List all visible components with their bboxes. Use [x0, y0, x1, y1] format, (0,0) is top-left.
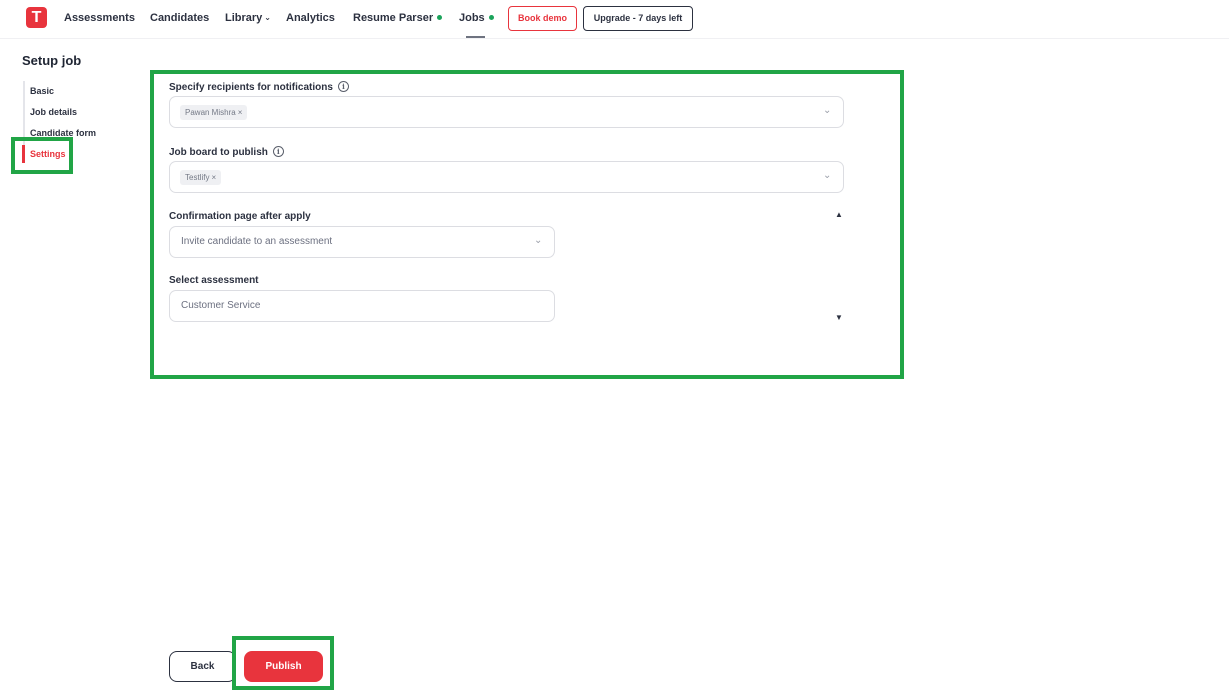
publish-button[interactable]: Publish [244, 651, 323, 682]
chevron-down-icon[interactable]: ⌄ [823, 170, 831, 181]
nav-jobs-label: Jobs [459, 12, 485, 24]
nav-resume-parser-label: Resume Parser [353, 12, 434, 24]
nav-library-label: Library [225, 12, 263, 24]
testlify-logo[interactable]: T [26, 7, 47, 28]
chevron-down-icon[interactable]: ⌄ [823, 105, 831, 116]
job-board-label-text: Job board to publish [169, 147, 268, 159]
sidebar-active-indicator [22, 145, 25, 163]
info-icon[interactable]: i [272, 146, 284, 157]
top-nav-bar: T Assessments Candidates Library ⌄ Analyt… [0, 0, 1229, 39]
confirmation-value: Invite candidate to an assessment [181, 236, 333, 247]
nav-resume-parser[interactable]: Resume Parser [353, 12, 443, 24]
confirmation-select[interactable]: Invite candidate to an assessment ⌄ [169, 226, 555, 258]
book-demo-button[interactable]: Book demo [508, 6, 577, 31]
back-button[interactable]: Back [169, 651, 236, 682]
scroll-up-arrow-icon[interactable]: ▲ [835, 210, 843, 219]
recipients-label-text: Specify recipients for notifications [169, 82, 333, 94]
assessment-select[interactable]: Customer Service [169, 290, 555, 322]
nav-library[interactable]: Library ⌄ [225, 12, 271, 24]
sidebar-item-settings[interactable]: Settings [30, 149, 66, 159]
chevron-down-icon: ⌄ [264, 13, 271, 22]
assessment-value: Customer Service [181, 300, 261, 311]
sidebar-item-job-details[interactable]: Job details [30, 107, 77, 117]
nav-candidates[interactable]: Candidates [150, 12, 209, 24]
remove-chip-icon[interactable]: × [211, 173, 216, 182]
job-board-select[interactable]: Testlify × ⌄ [169, 161, 844, 193]
remove-chip-icon[interactable]: × [238, 108, 243, 117]
job-board-chip-label: Testlify [185, 173, 210, 182]
nav-analytics[interactable]: Analytics [286, 12, 335, 24]
upgrade-button[interactable]: Upgrade - 7 days left [583, 6, 693, 31]
recipient-chip: Pawan Mishra × [180, 105, 248, 120]
confirmation-label: Confirmation page after apply [169, 211, 311, 222]
info-icon[interactable]: i [337, 81, 349, 92]
scroll-down-arrow-icon[interactable]: ▼ [835, 313, 843, 322]
nav-jobs[interactable]: Jobs [459, 12, 494, 24]
active-tab-indicator [466, 36, 485, 38]
status-dot-icon [437, 14, 443, 20]
recipient-chip-label: Pawan Mishra [185, 108, 236, 117]
nav-assessments[interactable]: Assessments [64, 12, 135, 24]
chevron-down-icon[interactable]: ⌄ [534, 235, 542, 246]
status-dot-icon [488, 14, 494, 20]
sidebar-item-basic[interactable]: Basic [30, 86, 54, 96]
job-board-label: Job board to publish i [169, 146, 284, 159]
recipients-label: Specify recipients for notifications i [169, 81, 349, 94]
assessment-label: Select assessment [169, 275, 259, 286]
recipients-select[interactable]: Pawan Mishra × ⌄ [169, 96, 844, 128]
sidebar-item-candidate-form[interactable]: Candidate form [30, 128, 96, 138]
job-board-chip: Testlify × [180, 170, 222, 185]
page-title: Setup job [22, 53, 82, 68]
